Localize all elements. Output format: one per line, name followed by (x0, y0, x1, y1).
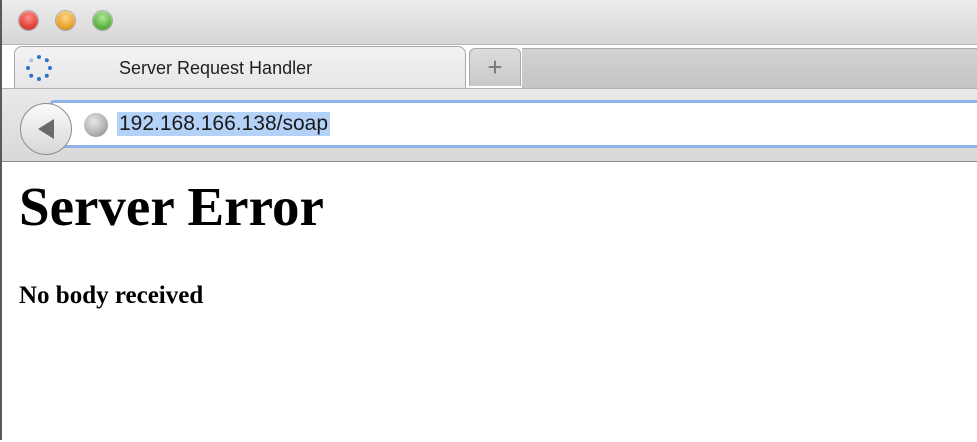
globe-icon (84, 113, 108, 137)
plus-icon: + (487, 52, 503, 82)
title-bar (2, 0, 977, 45)
new-tab-button[interactable]: + (469, 48, 521, 86)
tab-strip (522, 48, 977, 89)
page-content: Server Error No body received (2, 161, 977, 440)
tab-server-request-handler[interactable]: Server Request Handler (14, 46, 466, 88)
page-title: Server Error (19, 176, 324, 237)
back-button[interactable] (20, 103, 72, 155)
tab-title: Server Request Handler (119, 58, 313, 78)
error-message: No body received (19, 282, 204, 309)
back-arrow-icon (38, 119, 54, 139)
zoom-window-button[interactable] (93, 11, 112, 30)
url-text[interactable]: 192.168.166.138/soap (117, 112, 331, 136)
minimize-window-button[interactable] (56, 11, 75, 30)
spinner-icon (26, 55, 52, 81)
browser-window: Server Request Handler + 192.168.166.138… (0, 0, 977, 440)
toolbar: 192.168.166.138/soap (2, 88, 977, 162)
close-window-button[interactable] (19, 11, 38, 30)
